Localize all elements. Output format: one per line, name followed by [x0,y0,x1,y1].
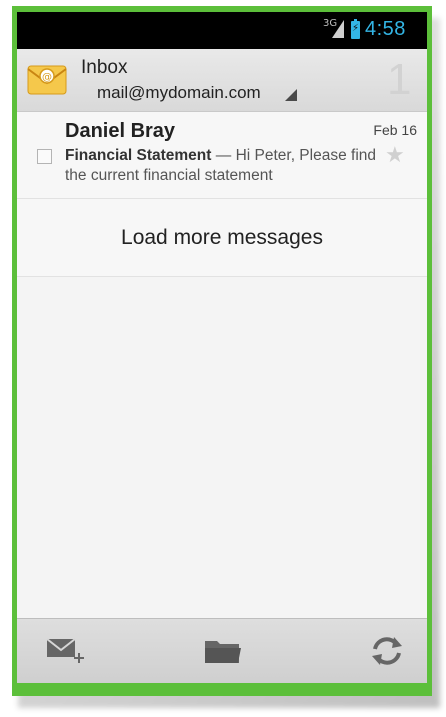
message-separator: — [211,147,236,164]
account-header[interactable]: @ Inbox mail@mydomain.com 1 [17,49,427,112]
star-icon[interactable]: ★ [385,142,405,168]
email-app-icon: @ [27,63,67,97]
compose-icon[interactable] [45,631,85,671]
load-more-button[interactable]: Load more messages [17,199,427,277]
folder-icon[interactable] [203,631,243,671]
status-bar: 3G ⚡ 4:58 [17,12,427,49]
account-dropdown-icon[interactable] [285,89,297,101]
refresh-icon[interactable] [367,631,407,671]
status-time: 4:58 [365,18,406,40]
signal-icon [332,20,344,38]
svg-text:@: @ [42,72,52,83]
message-subject: Financial Statement [65,147,212,164]
message-preview: Financial Statement — Hi Peter, Please f… [65,146,380,186]
message-list-item[interactable]: Daniel Bray Feb 16 Financial Statement —… [17,112,427,199]
battery-icon: ⚡ [351,19,360,39]
message-sender: Daniel Bray [65,120,176,142]
unread-count: 1 [387,55,412,104]
message-select-checkbox[interactable] [37,149,52,164]
account-address: mail@mydomain.com [97,83,261,102]
phone-screen: 3G ⚡ 4:58 @ Inbox mail@mydomain.com 1 Da… [17,12,427,683]
mailbox-title: Inbox [81,57,128,78]
message-date: Feb 16 [373,122,417,138]
bottom-action-bar [17,618,427,683]
